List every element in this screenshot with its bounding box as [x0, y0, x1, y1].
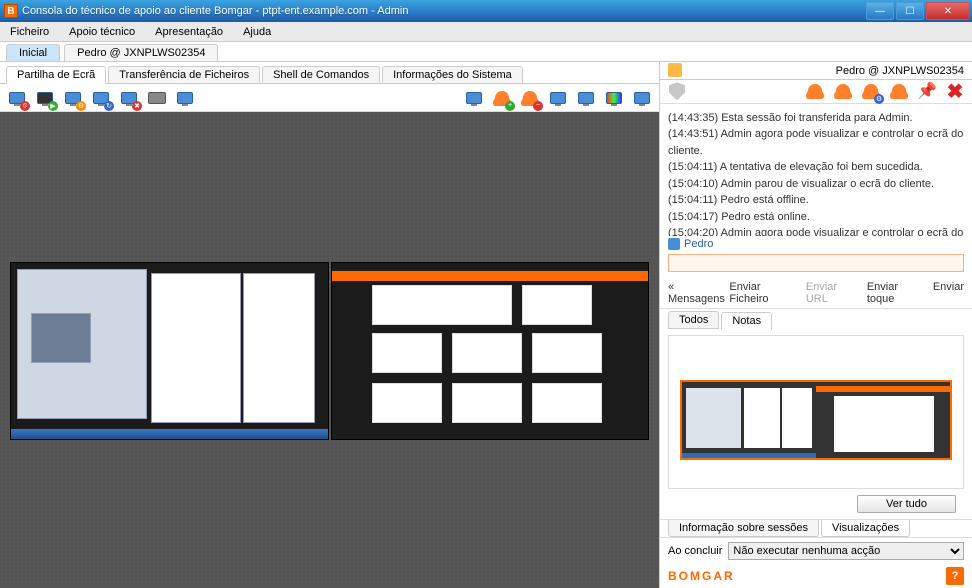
- user-orange-icon[interactable]: [804, 80, 826, 102]
- session-toolbar: ⚙ 📌 ✖: [660, 80, 972, 103]
- on-conclude-label: Ao concluir: [668, 545, 722, 557]
- keyboard-icon[interactable]: [146, 87, 168, 109]
- session-tab-home[interactable]: Inicial: [6, 44, 60, 61]
- view-all-button[interactable]: Ver tudo: [857, 495, 956, 513]
- chat-user-row: Pedro: [660, 236, 972, 252]
- chat-line: (14:43:51) Admin agora pode visualizar e…: [668, 126, 964, 159]
- user-remove-icon[interactable]: −: [519, 87, 541, 109]
- user-add-icon[interactable]: +: [491, 87, 513, 109]
- send-url-link[interactable]: Enviar URL: [806, 281, 857, 305]
- remote-screen-viewport[interactable]: [0, 112, 659, 588]
- shield-icon[interactable]: [666, 80, 688, 102]
- window-title: Consola do técnico de apoio ao cliente B…: [22, 5, 866, 17]
- session-label: Pedro @ JXNPLWS02354: [836, 65, 964, 77]
- chat-line: (14:43:35) Esta sessão foi transferida p…: [668, 110, 964, 127]
- left-pane: Partilha de Ecrã Transferência de Fichei…: [0, 62, 660, 588]
- right-pane: Pedro @ JXNPLWS02354 ⚙ 📌 ✖ (14:43:35) Es…: [660, 62, 972, 588]
- window-close-button[interactable]: ✕: [926, 2, 970, 20]
- chat-line: (15:04:20) Admin agora pode visualizar e…: [668, 225, 964, 236]
- menu-file[interactable]: Ficheiro: [0, 24, 59, 40]
- chat-line: (15:04:10) Admin parou de visualizar o e…: [668, 176, 964, 193]
- fullscreen-icon[interactable]: [631, 87, 653, 109]
- remote-monitor-1: [10, 262, 329, 440]
- pin-icon[interactable]: 📌: [916, 80, 938, 102]
- chat-user-name: Pedro: [684, 238, 713, 250]
- screen-settings-icon[interactable]: ⚙: [62, 87, 84, 109]
- send-file-link[interactable]: Enviar Ficheiro: [729, 281, 795, 305]
- record-icon[interactable]: ▶: [34, 87, 56, 109]
- stop-sharing-icon[interactable]: ⦸: [6, 87, 28, 109]
- menu-bar: Ficheiro Apoio técnico Apresentação Ajud…: [0, 22, 972, 42]
- user-icon: [668, 238, 680, 250]
- tab-file-transfer[interactable]: Transferência de Ficheiros: [108, 66, 260, 83]
- chat-log: (14:43:35) Esta sessão foi transferida p…: [660, 104, 972, 236]
- session-tab-bar: Inicial Pedro @ JXNPLWS02354: [0, 42, 972, 62]
- screen-share-toolbar: ⦸ ▶ ⚙ ↻ ✖ + −: [0, 84, 659, 112]
- on-conclude-row: Ao concluir Não executar nenhuma acção: [660, 538, 972, 564]
- footer: BOMGAR ?: [660, 564, 972, 588]
- on-conclude-select[interactable]: Não executar nenhuma acção: [728, 542, 964, 560]
- right-pane-header: Pedro @ JXNPLWS02354: [660, 62, 972, 80]
- bottom-tab-bar: Informação sobre sessões Visualizações: [660, 519, 972, 538]
- multi-monitor-icon[interactable]: [547, 87, 569, 109]
- thumbnail-area: [668, 335, 964, 489]
- user-alt-icon[interactable]: [888, 80, 910, 102]
- notes-tab-bar: Todos Notas: [660, 309, 972, 329]
- send-link[interactable]: Enviar: [933, 281, 964, 305]
- chat-line: (15:04:11) Pedro está offline.: [668, 192, 964, 209]
- screen-action-icon[interactable]: ↻: [90, 87, 112, 109]
- multi-monitor-2-icon[interactable]: [575, 87, 597, 109]
- monitor-single-icon[interactable]: [174, 87, 196, 109]
- chat-line: (15:04:17) Pedro está online.: [668, 209, 964, 226]
- chat-input[interactable]: [668, 254, 964, 272]
- window-titlebar: B Consola do técnico de apoio ao cliente…: [0, 0, 972, 22]
- window-minimize-button[interactable]: —: [866, 2, 894, 20]
- session-tab-pedro[interactable]: Pedro @ JXNPLWS02354: [64, 44, 218, 61]
- screen-block-icon[interactable]: ✖: [118, 87, 140, 109]
- session-thumbnail[interactable]: [680, 380, 952, 460]
- app-icon: B: [4, 4, 18, 18]
- end-session-icon[interactable]: ✖: [944, 80, 966, 102]
- messages-link[interactable]: « Mensagens: [668, 281, 729, 305]
- tab-screen-share[interactable]: Partilha de Ecrã: [6, 66, 106, 84]
- menu-help[interactable]: Ajuda: [233, 24, 281, 40]
- tab-todos[interactable]: Todos: [668, 311, 719, 329]
- color-monitor-icon[interactable]: [603, 87, 625, 109]
- tab-system-info[interactable]: Informações do Sistema: [382, 66, 523, 83]
- remote-monitor-2: [331, 262, 650, 440]
- tab-notas[interactable]: Notas: [721, 312, 772, 330]
- window-maximize-button[interactable]: ☐: [896, 2, 924, 20]
- help-icon[interactable]: ?: [946, 567, 964, 585]
- session-header-icon: [668, 63, 684, 79]
- action-tab-bar: Partilha de Ecrã Transferência de Fichei…: [0, 62, 523, 83]
- send-nudge-link[interactable]: Enviar toque: [867, 281, 923, 305]
- chat-actions-row: « Mensagens Enviar Ficheiro Enviar URL E…: [660, 278, 972, 309]
- tab-command-shell[interactable]: Shell de Comandos: [262, 66, 380, 83]
- dual-monitor-icon[interactable]: [463, 87, 485, 109]
- brand-label: BOMGAR: [668, 569, 735, 583]
- tab-visualizations[interactable]: Visualizações: [821, 520, 910, 537]
- user-orange-2-icon[interactable]: [832, 80, 854, 102]
- chat-line: (15:04:11) A tentativa de elevação foi b…: [668, 159, 964, 176]
- tab-session-info[interactable]: Informação sobre sessões: [668, 520, 819, 537]
- user-settings-icon[interactable]: ⚙: [860, 80, 882, 102]
- menu-presentation[interactable]: Apresentação: [145, 24, 233, 40]
- menu-support[interactable]: Apoio técnico: [59, 24, 145, 40]
